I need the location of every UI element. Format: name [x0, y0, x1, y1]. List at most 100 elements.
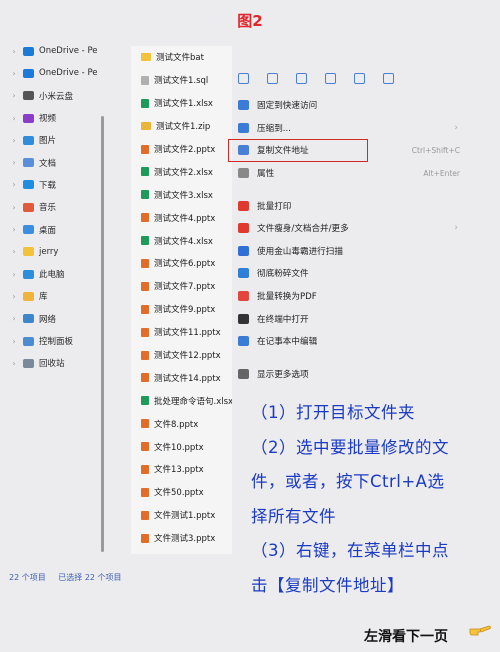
file-row[interactable]: 测试文件14.pptx	[131, 366, 232, 389]
nav-item-label: 文档	[39, 158, 57, 169]
menu-item-label: 在终端中打开	[257, 314, 309, 325]
control-panel-icon	[23, 336, 34, 346]
folder-icon	[23, 247, 34, 257]
file-row[interactable]: 文件10.pptx	[131, 435, 232, 458]
file-row[interactable]: 测试文件11.pptx	[131, 321, 232, 344]
chevron-right-icon[interactable]: ›	[8, 337, 20, 346]
menu-item[interactable]: 批量打印	[232, 194, 464, 217]
menu-item[interactable]: 在终端中打开	[232, 307, 464, 330]
menu-item[interactable]: 压缩到... ›	[232, 117, 464, 140]
nav-item[interactable]: › 小米云盘	[8, 85, 126, 107]
file-row[interactable]: 测试文件1.sql	[131, 69, 232, 92]
file-row[interactable]: 文件13.pptx	[131, 458, 232, 481]
menu-item[interactable]: 批量转换为PDF	[232, 285, 464, 308]
file-row[interactable]: 文件50.pptx	[131, 481, 232, 504]
file-row[interactable]: 文件测试3.pptx	[131, 527, 232, 550]
chevron-right-icon[interactable]: ›	[8, 203, 20, 212]
cut-icon[interactable]	[238, 72, 249, 84]
chevron-right-icon[interactable]: ›	[8, 359, 20, 368]
file-row[interactable]: 测试文件1.xlsx	[131, 92, 232, 115]
file-row[interactable]: 文件8.pptx	[131, 412, 232, 435]
file-row[interactable]: 测试文件bat	[131, 46, 232, 69]
menu-item-label: 使用金山毒霸进行扫描	[257, 246, 343, 257]
nav-item[interactable]: › 桌面	[8, 218, 126, 240]
nav-item[interactable]: › 音乐	[8, 196, 126, 218]
menu-item[interactable]: 在记事本中编辑	[232, 330, 464, 353]
status-bar: 22 个项目 已选择 22 个项目	[9, 572, 132, 583]
delete-icon[interactable]	[383, 72, 394, 84]
file-row[interactable]: 文件测试1.pptx	[131, 504, 232, 527]
nav-item[interactable]: › OneDrive - Pe	[8, 62, 126, 84]
file-row[interactable]: 测试文件12.pptx	[131, 344, 232, 367]
chevron-right-icon[interactable]: ›	[8, 225, 20, 234]
nav-item[interactable]: › 网络	[8, 308, 126, 330]
file-row[interactable]: 测试文件3.xlsx	[131, 183, 232, 206]
chevron-right-icon[interactable]: ›	[8, 180, 20, 189]
menu-item-label: 彻底粉碎文件	[257, 269, 309, 280]
nav-item[interactable]: › 文档	[8, 151, 126, 173]
file-row[interactable]: 批处理命令语句.xlsx	[131, 389, 232, 412]
nav-item[interactable]: › OneDrive - Pe	[8, 40, 126, 62]
menu-item[interactable]: 复制文件地址 Ctrl+Shift+C	[228, 139, 464, 162]
file-name: 测试文件1.sql	[154, 76, 209, 87]
recycle-bin-icon	[23, 358, 34, 368]
nav-item[interactable]: › 下载	[8, 174, 126, 196]
menu-item[interactable]: 彻底粉碎文件	[232, 262, 464, 285]
file-name: 文件50.pptx	[154, 488, 204, 499]
cloud-drive-icon	[23, 91, 34, 101]
chevron-right-icon[interactable]: ›	[8, 270, 20, 279]
chevron-right-icon[interactable]: ›	[8, 91, 20, 100]
nav-item[interactable]: › 控制面板	[8, 330, 126, 352]
xlsx-file-icon	[141, 167, 149, 177]
cloud-icon	[23, 46, 34, 56]
nav-item[interactable]: › 视频	[8, 107, 126, 129]
chevron-right-icon[interactable]: ›	[8, 247, 20, 256]
file-name: 测试文件7.pptx	[154, 282, 216, 293]
menu-item[interactable]: 使用金山毒霸进行扫描	[232, 240, 464, 263]
file-row[interactable]: 测试文件1.zip	[131, 115, 232, 138]
nav-item[interactable]: › jerry	[8, 241, 126, 263]
file-row[interactable]: 测试文件2.pptx	[131, 138, 232, 161]
file-name: 测试文件2.pptx	[154, 145, 216, 155]
chevron-right-icon[interactable]: ›	[8, 314, 20, 323]
chevron-right-icon[interactable]: ›	[8, 292, 20, 301]
menu-item[interactable]: 文件瘦身/文档合并/更多 ›	[232, 217, 464, 240]
chevron-right-icon[interactable]: ›	[8, 136, 20, 145]
file-row[interactable]: 测试文件4.pptx	[131, 206, 232, 229]
chevron-right-icon[interactable]: ›	[8, 158, 20, 167]
file-name: 文件8.pptx	[154, 419, 199, 430]
menu-item[interactable]: 显示更多选项	[232, 363, 464, 386]
menu-item-label: 批量打印	[257, 201, 292, 212]
file-name: 批处理命令语句.xlsx	[154, 396, 232, 407]
file-row[interactable]: 测试文件4.xlsx	[131, 229, 232, 252]
file-row[interactable]: 测试文件7.pptx	[131, 275, 232, 298]
file-row[interactable]: 测试文件6.pptx	[131, 252, 232, 275]
nav-item-label: 桌面	[39, 225, 57, 236]
file-row[interactable]: 测试文件2.xlsx	[131, 160, 232, 183]
chevron-right-icon[interactable]: ›	[8, 114, 20, 123]
copy-icon[interactable]	[267, 72, 278, 84]
file-name: 文件10.pptx	[154, 442, 204, 453]
share-icon[interactable]	[354, 72, 365, 84]
nav-item[interactable]: › 回收站	[8, 352, 126, 374]
xlsx-file-icon	[141, 98, 149, 108]
nav-scrollbar[interactable]	[101, 116, 104, 552]
file-row[interactable]: 测试文件9.pptx	[131, 298, 232, 321]
file-file-icon	[141, 75, 149, 85]
file-name: 测试文件14.pptx	[154, 373, 221, 384]
menu-item[interactable]: 属性 Alt+Enter	[232, 162, 464, 185]
nav-item-label: 下载	[39, 180, 57, 191]
chevron-right-icon[interactable]: ›	[8, 69, 20, 78]
chevron-right-icon[interactable]: ›	[8, 47, 20, 56]
context-menu: 固定到快速访问 压缩到... › 复制文件地址 Ctrl+Shift+C 属性 Alt+En…	[228, 62, 464, 386]
menu-item[interactable]: 固定到快速访问	[232, 94, 464, 117]
rename-icon[interactable]	[325, 72, 336, 84]
menu-shortcut: Alt+Enter	[423, 168, 460, 178]
pptx-file-icon	[141, 487, 149, 497]
shredder-icon	[238, 268, 249, 279]
nav-item[interactable]: › 图片	[8, 129, 126, 151]
cloud-icon	[23, 68, 34, 78]
nav-item[interactable]: › 此电脑	[8, 263, 126, 285]
nav-item[interactable]: › 库	[8, 285, 126, 307]
paste-icon[interactable]	[296, 72, 307, 84]
